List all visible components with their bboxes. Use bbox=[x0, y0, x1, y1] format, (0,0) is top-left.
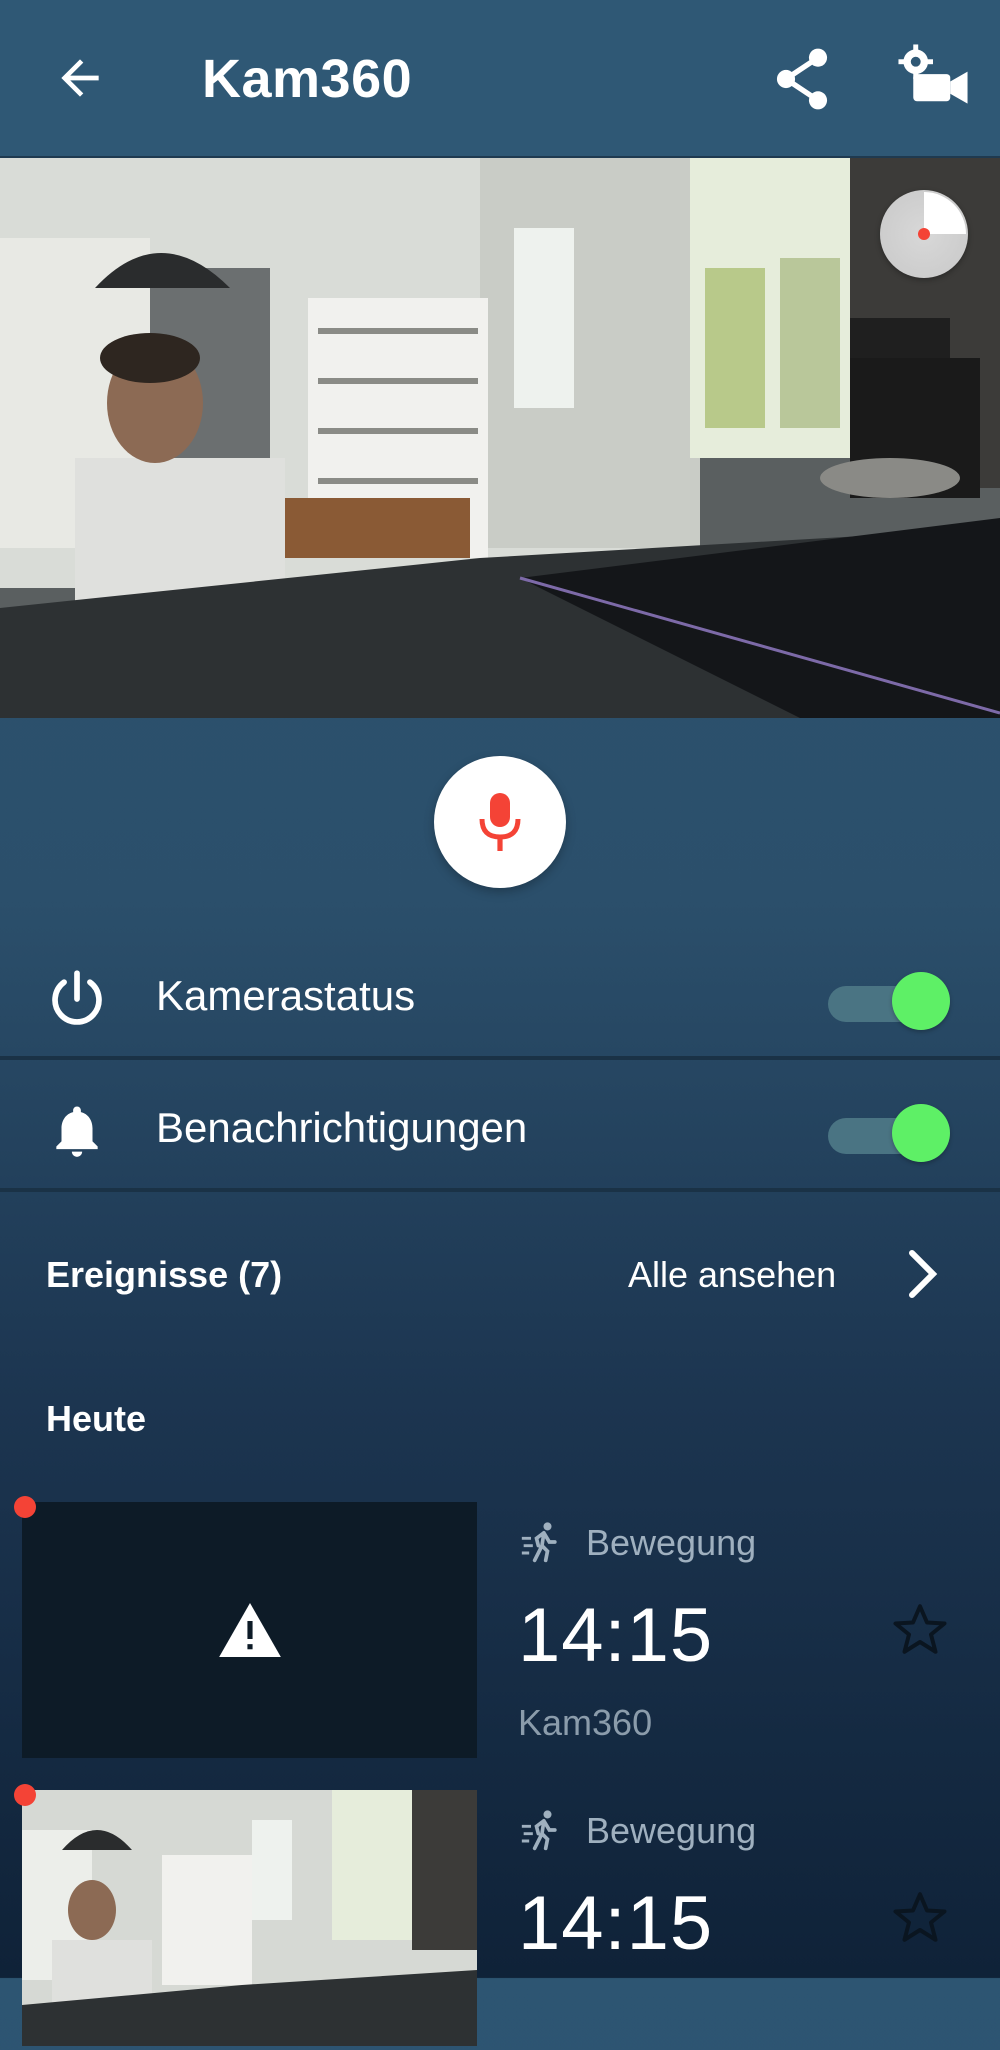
microphone-icon bbox=[479, 793, 521, 851]
camera-settings-button[interactable] bbox=[896, 44, 970, 114]
chevron-right-icon[interactable] bbox=[906, 1250, 942, 1298]
camera-status-row[interactable]: Kamerastatus bbox=[0, 932, 1000, 1060]
motion-icon bbox=[521, 1522, 557, 1563]
notifications-toggle[interactable] bbox=[828, 1104, 952, 1162]
power-icon bbox=[52, 970, 102, 1025]
unread-indicator bbox=[14, 1496, 36, 1518]
toggle-knob bbox=[892, 972, 950, 1030]
live-video-frame bbox=[0, 158, 1000, 718]
event-group-label: Heute bbox=[46, 1398, 147, 1439]
event-time: 14:15 bbox=[518, 1593, 714, 1678]
share-button[interactable] bbox=[770, 44, 834, 114]
unread-indicator bbox=[14, 1784, 36, 1806]
arrow-left-icon bbox=[61, 59, 99, 97]
warning-icon bbox=[218, 1603, 281, 1657]
page-title: Kam360 bbox=[202, 49, 413, 109]
notifications-row[interactable]: Benachrichtigungen bbox=[0, 1064, 1000, 1192]
star-icon[interactable] bbox=[890, 1888, 950, 1948]
event-time: 14:15 bbox=[518, 1881, 714, 1966]
camera-settings-icon bbox=[898, 44, 968, 104]
talk-button[interactable] bbox=[434, 756, 566, 888]
event-type: Bewegung bbox=[586, 1810, 757, 1851]
ptz-position-indicator[interactable] bbox=[880, 190, 968, 278]
event-thumbnail[interactable] bbox=[22, 1502, 477, 1758]
app-header: Kam360 bbox=[0, 0, 1000, 158]
toggle-knob bbox=[892, 1104, 950, 1162]
bell-icon bbox=[56, 1106, 98, 1157]
event-item[interactable]: Bewegung 14:15 Kam360 bbox=[0, 1502, 1000, 1762]
divider bbox=[0, 1188, 1000, 1192]
back-button[interactable] bbox=[48, 46, 112, 110]
ptz-position-dot bbox=[918, 228, 930, 240]
motion-icon bbox=[521, 1810, 557, 1851]
share-icon bbox=[776, 48, 828, 110]
see-all-link[interactable]: Alle ansehen bbox=[628, 1254, 836, 1296]
event-camera: Kam360 bbox=[518, 1702, 653, 1743]
star-icon[interactable] bbox=[890, 1600, 950, 1660]
event-type: Bewegung bbox=[586, 1522, 757, 1563]
live-camera-view[interactable] bbox=[0, 158, 1000, 718]
events-title: Ereignisse (7) bbox=[46, 1254, 283, 1295]
event-thumbnail[interactable] bbox=[22, 1790, 477, 2046]
camera-status-label: Kamerastatus bbox=[156, 972, 416, 1019]
event-snapshot bbox=[22, 1790, 477, 2046]
notifications-label: Benachrichtigungen bbox=[156, 1104, 528, 1151]
camera-status-toggle[interactable] bbox=[828, 972, 952, 1030]
event-item[interactable]: Bewegung 14:15 bbox=[0, 1790, 1000, 2050]
divider bbox=[0, 1056, 1000, 1060]
